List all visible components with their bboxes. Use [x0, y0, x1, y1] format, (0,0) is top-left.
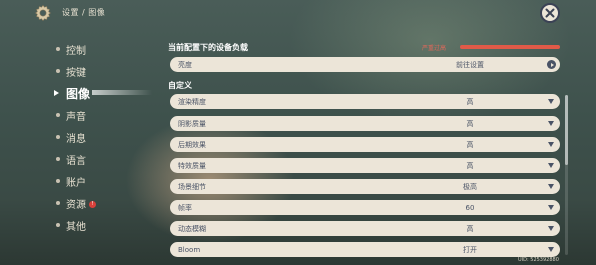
dropdown-arrow-icon: [548, 163, 554, 168]
dropdown-scene-detail[interactable]: 场景细节 极高: [170, 179, 560, 194]
bullet-icon: [56, 157, 60, 161]
sidebar-item-label: 按键: [66, 67, 86, 79]
setting-label: 后期效果: [178, 140, 206, 149]
sidebar-item-label: 消息: [66, 133, 86, 145]
setting-label: 渲染精度: [178, 97, 206, 106]
sidebar-item-label: 控制: [66, 45, 86, 57]
scrollbar[interactable]: [565, 95, 568, 255]
setting-value: 打开: [463, 245, 477, 254]
bullet-icon: [56, 69, 60, 73]
breadcrumb: 设置 / 图像: [62, 8, 106, 17]
sidebar-item-resources[interactable]: 资源 !: [52, 192, 142, 214]
setting-label: 特效质量: [178, 161, 206, 170]
custom-section-title: 自定义: [168, 81, 192, 90]
close-icon: [545, 8, 555, 18]
setting-label: 阴影质量: [178, 119, 206, 128]
sidebar-item-account[interactable]: 账户: [52, 170, 142, 192]
setting-label: 帧率: [178, 203, 192, 212]
close-button[interactable]: [540, 3, 560, 23]
sidebar-item-label: 其他: [66, 221, 86, 233]
dropdown-arrow-icon: [548, 99, 554, 104]
dropdown-arrow-icon: [548, 247, 554, 252]
sidebar-item-controls[interactable]: 控制: [52, 38, 142, 60]
dropdown-arrow-icon: [548, 184, 554, 189]
bullet-icon: [56, 47, 60, 51]
sidebar-item-label: 资源: [66, 199, 86, 211]
sidebar-item-label: 图像: [66, 86, 91, 101]
setting-label: 亮度: [178, 60, 192, 69]
device-load-title: 当前配置下的设备负载: [168, 43, 248, 52]
sidebar-item-label: 语言: [66, 155, 86, 167]
scrollbar-thumb[interactable]: [565, 95, 568, 165]
setting-value: 高: [466, 161, 474, 170]
setting-value: 高: [466, 140, 474, 149]
device-load-status: 严重过高: [422, 45, 447, 52]
sidebar-item-other[interactable]: 其他: [52, 214, 142, 236]
setting-value: 前往设置: [456, 60, 484, 69]
setting-label: 场景细节: [178, 182, 206, 191]
uid-label: UID: 525392880: [518, 257, 559, 263]
bullet-icon: [56, 113, 60, 117]
dropdown-post-processing[interactable]: 后期效果 高: [170, 137, 560, 152]
setting-label: 动态模糊: [178, 224, 206, 233]
dropdown-render-resolution[interactable]: 渲染精度 高: [170, 94, 560, 109]
dropdown-arrow-icon: [548, 142, 554, 147]
dropdown-shadow-quality[interactable]: 阴影质量 高: [170, 116, 560, 131]
setting-value: 高: [466, 224, 474, 233]
sidebar-item-language[interactable]: 语言: [52, 148, 142, 170]
dropdown-effects-quality[interactable]: 特效质量 高: [170, 158, 560, 173]
setting-value: 60: [465, 203, 475, 212]
active-arrow-icon: [54, 90, 59, 96]
dropdown-frame-rate[interactable]: 帧率 60: [170, 200, 560, 215]
brightness-row[interactable]: 亮度 前往设置: [170, 57, 560, 72]
dropdown-arrow-icon: [548, 205, 554, 210]
go-arrow-icon[interactable]: [547, 60, 556, 69]
bullet-icon: [56, 223, 60, 227]
dropdown-motion-blur[interactable]: 动态模糊 高: [170, 221, 560, 236]
sidebar-item-label: 声音: [66, 111, 86, 123]
setting-value: 高: [466, 119, 474, 128]
sidebar-nav: 控制 按键 图像 声音 消息 语言 账户 资源 ! 其他: [52, 38, 152, 236]
sidebar-item-graphics[interactable]: 图像: [52, 82, 152, 104]
sidebar-item-label: 账户: [66, 177, 86, 189]
setting-label: Bloom: [178, 245, 201, 254]
setting-value: 高: [466, 97, 474, 106]
sidebar-item-keybinds[interactable]: 按键: [52, 60, 142, 82]
settings-gear-icon: [34, 4, 52, 22]
active-glow: [92, 90, 152, 95]
sidebar-item-messages[interactable]: 消息: [52, 126, 142, 148]
setting-value: 极高: [463, 182, 477, 191]
bullet-icon: [56, 135, 60, 139]
dropdown-bloom[interactable]: Bloom 打开: [170, 242, 560, 257]
dropdown-arrow-icon: [548, 226, 554, 231]
dropdown-arrow-icon: [548, 121, 554, 126]
device-load-bar: [460, 45, 560, 49]
alert-badge: !: [89, 200, 96, 208]
sidebar-item-audio[interactable]: 声音: [52, 104, 142, 126]
bullet-icon: [56, 179, 60, 183]
bullet-icon: [56, 201, 60, 205]
